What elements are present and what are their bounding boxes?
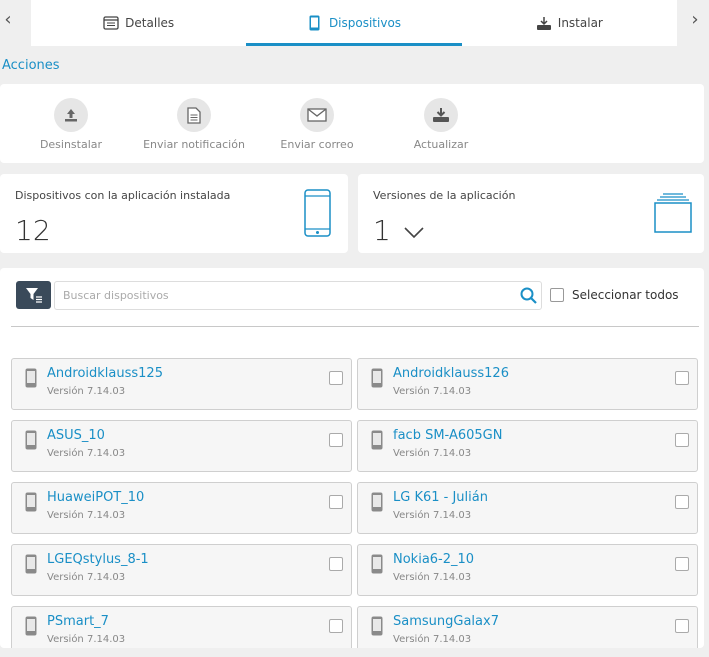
phone-icon (307, 15, 323, 31)
send-mail-button[interactable]: Enviar correo (257, 98, 377, 151)
device-checkbox[interactable] (675, 433, 689, 447)
device-version: Versión 7.14.03 (393, 386, 472, 397)
installed-devices-title: Dispositivos con la aplicación instalada (15, 189, 231, 202)
device-card[interactable]: LG K61 - Julián Versión 7.14.03 (357, 482, 698, 534)
uninstall-button[interactable]: Desinstalar (11, 98, 131, 151)
app-versions-title: Versiones de la aplicación (373, 189, 516, 202)
device-checkbox[interactable] (329, 619, 343, 633)
action-label: Enviar notificación (143, 138, 245, 151)
device-card[interactable]: facb SM-A605GN Versión 7.14.03 (357, 420, 698, 472)
device-version: Versión 7.14.03 (393, 510, 472, 521)
phone-icon (371, 554, 383, 578)
device-checkbox[interactable] (675, 371, 689, 385)
tabs: Detalles Dispositivos Instalar (31, 0, 677, 46)
device-name[interactable]: facb SM-A605GN (393, 428, 502, 443)
device-version: Versión 7.14.03 (47, 448, 126, 459)
select-all[interactable]: Seleccionar todos (550, 288, 679, 302)
versions-stack-icon (654, 193, 692, 237)
search-input[interactable] (55, 282, 495, 309)
tab-instalar[interactable]: Instalar (462, 0, 677, 46)
tab-detalles[interactable]: Detalles (31, 0, 246, 46)
action-label: Desinstalar (39, 138, 103, 151)
update-button[interactable]: Actualizar (381, 98, 501, 151)
chevron-left-icon[interactable]: ‹ (0, 8, 18, 32)
phone-icon (25, 554, 37, 578)
device-name[interactable]: HuaweiPOT_10 (47, 490, 144, 505)
device-checkbox[interactable] (675, 619, 689, 633)
device-version: Versión 7.14.03 (393, 634, 472, 645)
device-card[interactable]: HuaweiPOT_10 Versión 7.14.03 (11, 482, 352, 534)
actions-panel: Desinstalar Enviar notificación Enviar c… (0, 84, 704, 163)
device-name[interactable]: ASUS_10 (47, 428, 105, 443)
device-name[interactable]: LG K61 - Julián (393, 490, 488, 505)
device-version: Versión 7.14.03 (47, 510, 126, 521)
tab-label: Detalles (125, 16, 175, 30)
device-version: Versión 7.14.03 (47, 386, 126, 397)
device-version: Versión 7.14.03 (393, 448, 472, 459)
device-name[interactable]: Androidklauss126 (393, 366, 509, 381)
phone-icon (25, 368, 37, 392)
mail-icon (300, 98, 334, 132)
device-card[interactable]: PSmart_7 Versión 7.14.03 (11, 606, 352, 648)
installed-devices-card: Dispositivos con la aplicación instalada… (0, 174, 348, 253)
search-box (54, 281, 542, 310)
device-name[interactable]: Nokia6-2_10 (393, 552, 474, 567)
chevron-right-icon[interactable]: › (685, 8, 705, 32)
phone-icon (25, 430, 37, 454)
uninstall-icon (54, 98, 88, 132)
device-name[interactable]: SamsungGalax7 (393, 614, 499, 629)
tab-label: Dispositivos (328, 16, 402, 30)
filter-button[interactable] (16, 281, 51, 309)
device-checkbox[interactable] (329, 371, 343, 385)
device-card[interactable]: ASUS_10 Versión 7.14.03 (11, 420, 352, 472)
phone-icon (371, 368, 383, 392)
tab-label: Instalar (557, 16, 603, 30)
phone-icon (25, 616, 37, 640)
device-name[interactable]: PSmart_7 (47, 614, 109, 629)
phone-icon (371, 430, 383, 454)
installed-devices-count: 12 (15, 214, 51, 247)
phone-icon (371, 616, 383, 640)
devices-panel: Seleccionar todos Androidklauss125 Versi… (0, 268, 704, 648)
tab-dispositivos[interactable]: Dispositivos (246, 0, 462, 46)
divider (11, 326, 699, 327)
update-icon (424, 98, 458, 132)
send-notification-button[interactable]: Enviar notificación (134, 98, 254, 151)
device-version: Versión 7.14.03 (393, 572, 472, 583)
tab-bar: ‹ Detalles Dispositivos Instalar › (0, 0, 709, 46)
chevron-down-icon[interactable] (404, 224, 424, 243)
app-versions-count: 1 (373, 214, 391, 247)
actions-title: Acciones (2, 58, 60, 73)
smartphone-icon (304, 189, 331, 241)
device-card[interactable]: SamsungGalax7 Versión 7.14.03 (357, 606, 698, 648)
device-card[interactable]: Androidklauss126 Versión 7.14.03 (357, 358, 698, 410)
action-label: Enviar correo (280, 138, 354, 151)
device-checkbox[interactable] (329, 433, 343, 447)
device-name[interactable]: Androidklauss125 (47, 366, 163, 381)
device-checkbox[interactable] (675, 495, 689, 509)
app-versions-card: Versiones de la aplicación 1 (358, 174, 704, 253)
device-card[interactable]: Androidklauss125 Versión 7.14.03 (11, 358, 352, 410)
search-icon[interactable] (520, 287, 537, 308)
device-name[interactable]: LGEQstylus_8-1 (47, 552, 149, 567)
select-all-checkbox[interactable] (550, 288, 564, 302)
filter-icon (25, 288, 42, 303)
device-checkbox[interactable] (329, 495, 343, 509)
phone-icon (25, 492, 37, 516)
action-label: Actualizar (413, 138, 469, 151)
select-all-label: Seleccionar todos (572, 288, 679, 302)
device-checkbox[interactable] (675, 557, 689, 571)
device-version: Versión 7.14.03 (47, 572, 126, 583)
details-icon (103, 15, 119, 31)
device-card[interactable]: Nokia6-2_10 Versión 7.14.03 (357, 544, 698, 596)
device-card[interactable]: LGEQstylus_8-1 Versión 7.14.03 (11, 544, 352, 596)
phone-icon (371, 492, 383, 516)
device-version: Versión 7.14.03 (47, 634, 126, 645)
device-checkbox[interactable] (329, 557, 343, 571)
document-icon (177, 98, 211, 132)
install-icon (536, 15, 552, 31)
